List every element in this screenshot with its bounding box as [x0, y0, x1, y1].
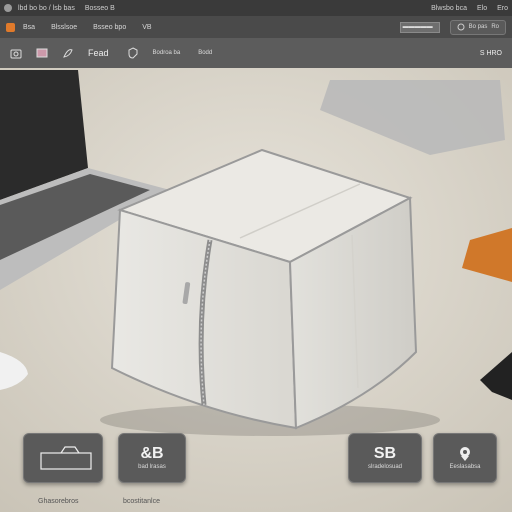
- tab-3[interactable]: Bsseo bpo: [93, 24, 126, 31]
- toolbar-label-3[interactable]: Bodd: [198, 50, 212, 56]
- title-item-2[interactable]: Bosseo B: [85, 5, 115, 12]
- title-right-3[interactable]: Ero: [497, 5, 508, 12]
- tab-1[interactable]: Bsa: [23, 24, 35, 31]
- toolbar-label-2[interactable]: Bodroa ba: [153, 50, 181, 56]
- image-icon[interactable]: [36, 47, 48, 59]
- tab-input-field[interactable]: ▬▬▬▬▬: [399, 21, 440, 33]
- title-bar: lbd bo bo / lsb bas Bosseo B Blwsbo bca …: [0, 0, 512, 16]
- card-1[interactable]: [23, 433, 103, 483]
- location-pin-icon: [460, 447, 470, 461]
- toolbar-right-text[interactable]: S HRO: [480, 50, 502, 57]
- card-2-value: &B: [140, 445, 164, 462]
- card-1-caption: Ghasorebros: [38, 498, 79, 505]
- account-pill-right: Ro: [491, 24, 499, 30]
- tab-2[interactable]: Blsslsoe: [51, 24, 77, 31]
- camera-icon[interactable]: [10, 47, 22, 59]
- card-4-label: Eeslasabsa: [449, 464, 481, 470]
- app-icon[interactable]: [4, 4, 12, 12]
- card-3-value: SB: [373, 445, 397, 462]
- card-2[interactable]: &B bad lrasas: [118, 433, 186, 483]
- toolbar-label-main[interactable]: Fead: [88, 48, 109, 58]
- account-pill[interactable]: Bo pas Ro: [449, 19, 506, 35]
- title-right-2[interactable]: Elo: [477, 5, 487, 12]
- title-item-1[interactable]: lbd bo bo / lsb bas: [18, 5, 75, 12]
- card-3[interactable]: SB slradelosuad: [348, 433, 422, 483]
- title-right-1[interactable]: Blwsbo bca: [431, 5, 467, 12]
- title-right-group: Blwsbo bca Elo Ero: [431, 5, 508, 12]
- account-pill-label: Bo pas: [468, 24, 488, 30]
- shield-icon[interactable]: [127, 47, 139, 59]
- leaf-icon[interactable]: [62, 47, 74, 59]
- toolbar: Fead Bodroa ba Bodd S HRO: [0, 38, 512, 68]
- tab-bar: Bsa Blsslsoe Bsseo bpo VB ▬▬▬▬▬ Bo pas R…: [0, 16, 512, 38]
- card-2-caption: bcostitanlce: [123, 498, 160, 505]
- brand-icon[interactable]: [6, 22, 15, 32]
- card-3-label: slradelosuad: [367, 464, 403, 470]
- user-icon: [457, 23, 465, 31]
- card-4[interactable]: Eeslasabsa: [433, 433, 497, 483]
- tab-4[interactable]: VB: [142, 24, 151, 31]
- card-2-label: bad lrasas: [138, 464, 166, 470]
- storage-box-icon: [40, 446, 92, 470]
